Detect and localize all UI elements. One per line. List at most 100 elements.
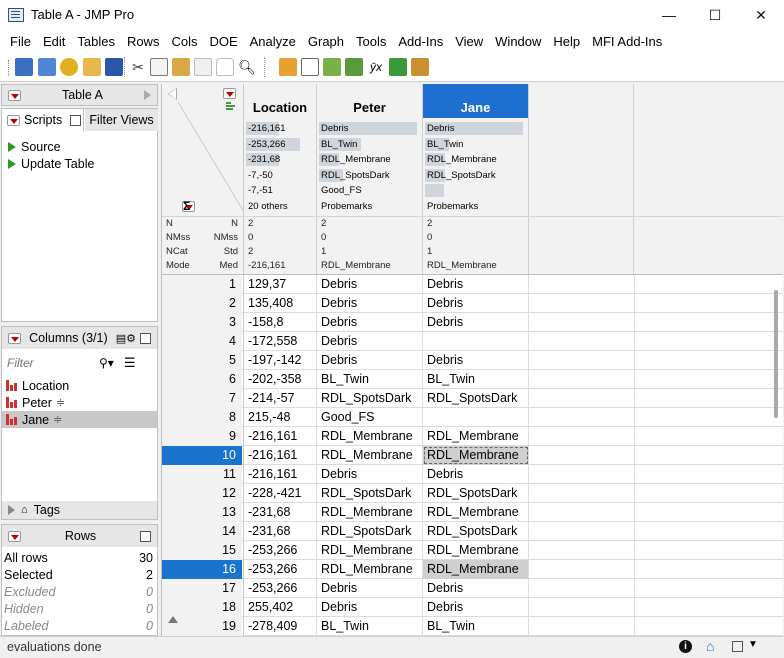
table-cell[interactable]: Debris bbox=[423, 465, 529, 484]
table-cell[interactable]: RDL_Membrane bbox=[423, 446, 529, 465]
table-cell[interactable] bbox=[423, 332, 529, 351]
row-number[interactable]: 1 bbox=[162, 275, 242, 294]
table-cell[interactable]: -253,266 bbox=[244, 579, 317, 598]
table-cell[interactable]: -278,409 bbox=[244, 617, 317, 636]
table-cell[interactable]: RDL_SpotsDark bbox=[317, 484, 423, 503]
window-list-icon[interactable] bbox=[732, 641, 743, 652]
menu-graph[interactable]: Graph bbox=[302, 34, 350, 49]
table-cell[interactable]: Debris bbox=[317, 275, 423, 294]
open-folder-icon[interactable] bbox=[83, 58, 101, 76]
menu-help[interactable]: Help bbox=[547, 34, 586, 49]
search-icon[interactable]: 🔍︎ bbox=[238, 58, 256, 76]
column-filter-input[interactable] bbox=[7, 356, 97, 370]
row-number[interactable]: 7 bbox=[162, 389, 242, 408]
formula-icon[interactable]: ȳx bbox=[367, 58, 385, 76]
tags-expand-icon[interactable] bbox=[8, 505, 15, 515]
filter-options-icon[interactable]: ☰ bbox=[124, 355, 136, 371]
table-cell[interactable]: -231,68 bbox=[244, 503, 317, 522]
table-cell[interactable]: RDL_Membrane bbox=[317, 427, 423, 446]
table-cell[interactable]: -197,-142 bbox=[244, 351, 317, 370]
histogram-bar[interactable] bbox=[425, 184, 444, 197]
maximize-button[interactable]: ☐ bbox=[692, 0, 738, 30]
row-number[interactable]: 6 bbox=[162, 370, 242, 389]
table-cell[interactable]: RDL_SpotsDark bbox=[317, 522, 423, 541]
table-cell[interactable]: -216,161 bbox=[244, 427, 317, 446]
table-cell[interactable]: -172,558 bbox=[244, 332, 317, 351]
table-cell[interactable]: RDL_Membrane bbox=[423, 427, 529, 446]
new-script-icon[interactable] bbox=[38, 58, 56, 76]
row-number[interactable]: 8 bbox=[162, 408, 242, 427]
table-cell[interactable]: Debris bbox=[317, 465, 423, 484]
sort-arrows-icon[interactable]: ≑ bbox=[56, 396, 65, 409]
table-cell[interactable]: Debris bbox=[317, 294, 423, 313]
info-icon[interactable]: i bbox=[679, 640, 692, 653]
columns-toggle-icon[interactable] bbox=[140, 332, 151, 344]
table-cell[interactable]: -216,161 bbox=[244, 465, 317, 484]
tab-filter-views[interactable]: Filter Views bbox=[85, 109, 158, 131]
column-settings-icon[interactable]: ▤⚙ bbox=[116, 332, 136, 345]
menu-add-ins[interactable]: Add-Ins bbox=[392, 34, 449, 49]
table-cell[interactable]: BL_Twin bbox=[317, 617, 423, 636]
row-number[interactable]: 10 bbox=[162, 446, 242, 465]
table-cell[interactable]: RDL_SpotsDark bbox=[423, 389, 529, 408]
table-cell[interactable]: -228,-421 bbox=[244, 484, 317, 503]
menu-rows[interactable]: Rows bbox=[121, 34, 166, 49]
row-number[interactable]: 11 bbox=[162, 465, 242, 484]
rows-red-triangle-icon[interactable] bbox=[8, 530, 21, 542]
row-number[interactable]: 13 bbox=[162, 503, 242, 522]
table-cell[interactable]: RDL_Membrane bbox=[423, 503, 529, 522]
table-menu-red-triangle-icon[interactable] bbox=[8, 89, 21, 101]
table-cell[interactable]: 129,37 bbox=[244, 275, 317, 294]
menu-cols[interactable]: Cols bbox=[165, 34, 203, 49]
rows-toggle-icon[interactable] bbox=[140, 530, 151, 542]
table-cell[interactable]: Debris bbox=[423, 351, 529, 370]
row-number[interactable]: 18 bbox=[162, 598, 242, 617]
columns-red-triangle-icon[interactable] bbox=[8, 332, 21, 344]
data-table-icon[interactable] bbox=[279, 58, 297, 76]
tab-scripts[interactable]: Scripts bbox=[2, 109, 84, 131]
script-item[interactable]: Source bbox=[8, 138, 153, 155]
table-cell[interactable]: Debris bbox=[423, 313, 529, 332]
run-script-triangle-icon[interactable] bbox=[8, 158, 16, 169]
row-number[interactable]: 3 bbox=[162, 313, 242, 332]
table-cell[interactable]: BL_Twin bbox=[423, 617, 529, 636]
row-number[interactable]: 15 bbox=[162, 541, 242, 560]
table-cell[interactable]: -158,8 bbox=[244, 313, 317, 332]
row-number[interactable]: 12 bbox=[162, 484, 242, 503]
table-cell[interactable]: Debris bbox=[317, 332, 423, 351]
cut-icon[interactable]: ✂ bbox=[129, 58, 147, 76]
menu-window[interactable]: Window bbox=[489, 34, 547, 49]
table-cell[interactable]: 255,402 bbox=[244, 598, 317, 617]
menu-edit[interactable]: Edit bbox=[37, 34, 71, 49]
scripts-red-triangle-icon[interactable] bbox=[7, 114, 20, 126]
table-cell[interactable]: RDL_SpotsDark bbox=[317, 389, 423, 408]
fit-y-by-x-icon[interactable] bbox=[345, 58, 363, 76]
paste-icon[interactable] bbox=[172, 58, 190, 76]
column-header-jane[interactable]: Jane bbox=[423, 84, 529, 118]
row-number[interactable]: 16 bbox=[162, 560, 242, 579]
table-cell[interactable]: Debris bbox=[317, 313, 423, 332]
filter-search-icon[interactable]: ⚲▾ bbox=[99, 356, 114, 370]
menu-view[interactable]: View bbox=[449, 34, 489, 49]
menu-doe[interactable]: DOE bbox=[203, 34, 243, 49]
table-cell[interactable]: -253,266 bbox=[244, 541, 317, 560]
row-number[interactable]: 5 bbox=[162, 351, 242, 370]
table-cell[interactable]: -214,-57 bbox=[244, 389, 317, 408]
save-icon[interactable] bbox=[105, 58, 123, 76]
python-icon[interactable] bbox=[60, 58, 78, 76]
table-cell[interactable]: Debris bbox=[317, 579, 423, 598]
sigma-summary-icon[interactable]: Σ bbox=[183, 199, 190, 213]
minimize-button[interactable]: — bbox=[646, 0, 692, 30]
menu-file[interactable]: File bbox=[4, 34, 37, 49]
table-cell[interactable]: RDL_Membrane bbox=[423, 541, 529, 560]
tags-section[interactable]: ⌂ Tags bbox=[2, 501, 157, 519]
panel-collapse-icon[interactable] bbox=[144, 90, 151, 100]
table-cell[interactable]: -231,68 bbox=[244, 522, 317, 541]
column-header-location[interactable]: Location bbox=[244, 84, 317, 118]
table-cell[interactable]: Good_FS bbox=[317, 408, 423, 427]
table-cell[interactable]: RDL_Membrane bbox=[317, 560, 423, 579]
menu-mfi-add-ins[interactable]: MFI Add-Ins bbox=[586, 34, 668, 49]
table-cell[interactable]: 215,-48 bbox=[244, 408, 317, 427]
table-cell[interactable]: -202,-358 bbox=[244, 370, 317, 389]
row-number[interactable]: 17 bbox=[162, 579, 242, 598]
